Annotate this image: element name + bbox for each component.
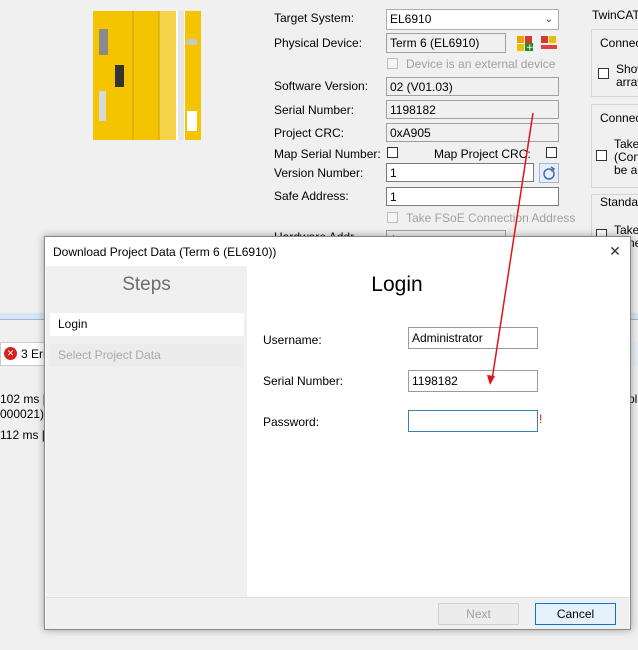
safe-address-label: Safe Address: <box>274 189 349 203</box>
twincat-group-label: TwinCAT <box>592 8 638 22</box>
fsoe-address-label: Take FSoE Connection Address <box>406 211 576 225</box>
be-ac-label: be ac <box>614 163 638 177</box>
log-line-3: 112 ms | <box>0 428 45 442</box>
software-version-field: 02 (V01.03) <box>386 77 559 96</box>
log-line-1: 102 ms | <box>0 392 46 406</box>
take-connection-checkbox[interactable] <box>596 150 607 161</box>
steps-panel: Steps Login Select Project Data <box>46 266 247 597</box>
username-label: Username: <box>263 333 322 347</box>
dialog-footer: Next Cancel <box>46 597 629 629</box>
serial-number-label: Serial Number: <box>274 103 355 117</box>
error-filter-button[interactable]: ✕ 3 Err <box>0 342 47 366</box>
step-login[interactable]: Login <box>50 313 244 336</box>
map-project-crc-label: Map Project CRC: <box>434 147 531 161</box>
physical-device-label: Physical Device: <box>274 36 363 50</box>
password-required-mark: ! <box>539 412 543 426</box>
conn-label: (Conn <box>614 150 638 164</box>
svg-text:+: + <box>526 43 534 53</box>
show-label: Show <box>616 62 638 76</box>
target-system-select[interactable]: EL6910 ⌄ <box>386 9 559 30</box>
version-number-label: Version Number: <box>274 166 364 180</box>
step-select-project-data[interactable]: Select Project Data <box>50 344 244 367</box>
serial-number-field: 1198182 <box>386 100 559 119</box>
external-device-checkbox[interactable] <box>387 58 398 69</box>
map-project-crc-checkbox[interactable] <box>546 147 557 158</box>
steps-heading: Steps <box>122 274 171 295</box>
cancel-button[interactable]: Cancel <box>535 603 616 625</box>
login-heading: Login <box>371 273 423 296</box>
software-version-label: Software Version: <box>274 79 369 93</box>
external-device-label: Device is an external device <box>406 57 556 71</box>
safe-address-field[interactable]: 1 <box>386 187 559 206</box>
next-button[interactable]: Next <box>438 603 519 625</box>
connect-group-1-label: Connect <box>600 36 638 50</box>
take-label-2: Take <box>614 223 638 237</box>
add-device-icon[interactable]: + <box>515 33 535 53</box>
username-input[interactable] <box>408 327 538 349</box>
version-number-field[interactable]: 1 <box>386 163 534 182</box>
take-label-1: Take <box>614 137 638 151</box>
show-array-checkbox[interactable] <box>598 68 609 79</box>
map-serial-checkbox[interactable] <box>387 147 398 158</box>
array-label: array <box>616 75 638 89</box>
project-crc-field: 0xA905 <box>386 123 559 142</box>
standard-group-label: Standar <box>600 195 638 209</box>
dialog-title: Download Project Data (Term 6 (EL6910)) <box>53 245 277 259</box>
error-icon: ✕ <box>4 347 17 360</box>
map-serial-label: Map Serial Number: <box>274 147 381 161</box>
project-crc-label: Project CRC: <box>274 126 345 140</box>
terminal-illustration <box>93 11 201 140</box>
fsoe-address-checkbox[interactable] <box>387 212 398 223</box>
password-label: Password: <box>263 415 320 429</box>
serial-number-label-dialog: Serial Number: <box>263 374 344 388</box>
device-image <box>93 11 201 140</box>
physical-device-field: Term 6 (EL6910) <box>386 33 506 53</box>
tab-strip-left <box>0 313 45 320</box>
download-project-dialog: Download Project Data (Term 6 (EL6910)) … <box>44 236 631 630</box>
remove-device-icon[interactable] <box>539 33 559 53</box>
connect-group-2-label: Connect <box>600 111 638 125</box>
target-system-value: EL6910 <box>390 12 432 26</box>
serial-number-input[interactable] <box>408 370 538 392</box>
log-line-2: 000021). <box>0 407 48 421</box>
password-input[interactable] <box>408 410 538 432</box>
target-system-label: Target System: <box>274 11 355 25</box>
chevron-down-icon: ⌄ <box>544 14 553 25</box>
refresh-version-icon[interactable] <box>539 163 559 183</box>
close-icon[interactable]: ✕ <box>600 237 630 265</box>
